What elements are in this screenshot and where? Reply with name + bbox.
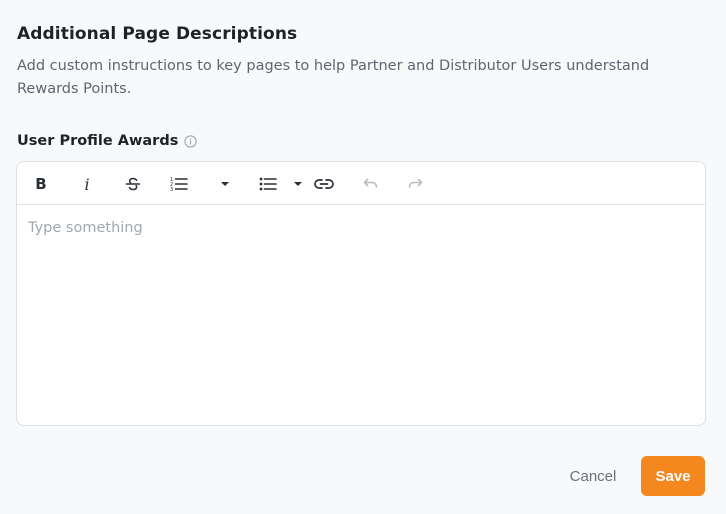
bold-icon[interactable]: B <box>30 173 52 195</box>
editor-toolbar: B i 1 2 3 <box>17 162 705 205</box>
section-description: Add custom instructions to key pages to … <box>17 58 650 97</box>
undo-icon[interactable] <box>359 173 381 195</box>
svg-text:3: 3 <box>170 187 173 193</box>
save-button[interactable]: Save <box>641 456 705 496</box>
italic-icon[interactable]: i <box>76 173 98 195</box>
chevron-down-icon[interactable] <box>291 173 305 195</box>
bullet-list-icon[interactable] <box>257 173 279 195</box>
field-label-text: User Profile Awards <box>17 133 179 149</box>
chevron-down-icon[interactable] <box>218 173 232 195</box>
info-circle-icon[interactable] <box>184 134 197 148</box>
ordered-list-icon[interactable]: 1 2 3 <box>168 173 190 195</box>
page: Additional Page Descriptions Add custom … <box>0 0 726 514</box>
cancel-button[interactable]: Cancel <box>557 456 629 496</box>
editor-text-area[interactable] <box>17 205 705 425</box>
rich-text-editor: B i 1 2 3 Type something <box>16 161 706 426</box>
strikethrough-icon[interactable] <box>122 173 144 195</box>
section-title: Additional Page Descriptions <box>17 24 298 44</box>
field-label: User Profile Awards <box>17 133 197 149</box>
redo-icon[interactable] <box>405 173 427 195</box>
link-icon[interactable] <box>313 173 335 195</box>
